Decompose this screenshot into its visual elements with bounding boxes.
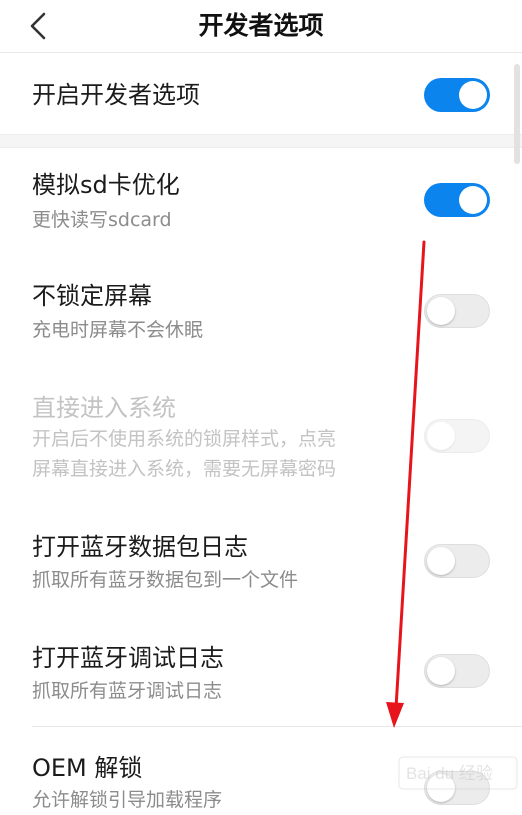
toggle-knob [427,657,455,685]
setting-label: OEM 解锁 [32,754,143,782]
toggle-switch[interactable] [424,654,490,688]
setting-label: 打开蓝牙数据包日志 [32,533,248,561]
toggle-switch [424,419,490,453]
setting-description: 开启后不使用系统的锁屏样式，点亮 [32,428,337,450]
toggle-knob [459,81,487,109]
setting-simulate-sd-optimization[interactable]: 模拟sd卡优化 更快读写sdcard [0,147,522,252]
toggle-switch[interactable] [424,294,490,328]
setting-enable-developer-options[interactable]: 开启开发者选项 [0,53,522,134]
toggle-knob [427,547,455,575]
baidu-watermark-logo: Bai du 经验 [398,756,518,790]
toggle-knob [427,297,455,325]
toggle-switch[interactable] [424,183,490,217]
page-title: 开发者选项 [198,11,324,40]
setting-direct-enter-system: 直接进入系统 开启后不使用系统的锁屏样式，点亮 屏幕直接进入系统，需要无屏幕密码 [0,368,522,508]
toggle-knob [459,186,487,214]
setting-description: 允许解锁引导加载程序 [32,789,223,811]
section-separator [0,134,522,148]
setting-label: 直接进入系统 [32,394,176,422]
setting-label: 模拟sd卡优化 [32,171,180,199]
app-header: 开发者选项 [0,0,522,52]
svg-text:Bai du 经验: Bai du 经验 [406,764,493,783]
setting-description: 更快读写sdcard [32,209,172,231]
setting-label: 不锁定屏幕 [32,282,152,310]
toggle-switch[interactable] [424,544,490,578]
setting-label: 打开蓝牙调试日志 [32,644,224,672]
setting-bluetooth-debug-log[interactable]: 打开蓝牙调试日志 抓取所有蓝牙调试日志 [0,620,522,726]
setting-description: 抓取所有蓝牙调试日志 [32,680,223,702]
setting-label: 开启开发者选项 [32,81,200,109]
setting-description-line-2: 屏幕直接进入系统，需要无屏幕密码 [32,458,337,480]
setting-description: 充电时屏幕不会休眠 [32,319,204,341]
setting-stay-awake[interactable]: 不锁定屏幕 充电时屏幕不会休眠 [0,258,522,364]
toggle-switch[interactable] [424,78,490,112]
setting-description: 抓取所有蓝牙数据包到一个文件 [32,569,299,591]
toggle-knob [427,422,455,450]
setting-bluetooth-hci-log[interactable]: 打开蓝牙数据包日志 抓取所有蓝牙数据包到一个文件 [0,509,522,615]
scrollbar[interactable] [514,64,520,164]
